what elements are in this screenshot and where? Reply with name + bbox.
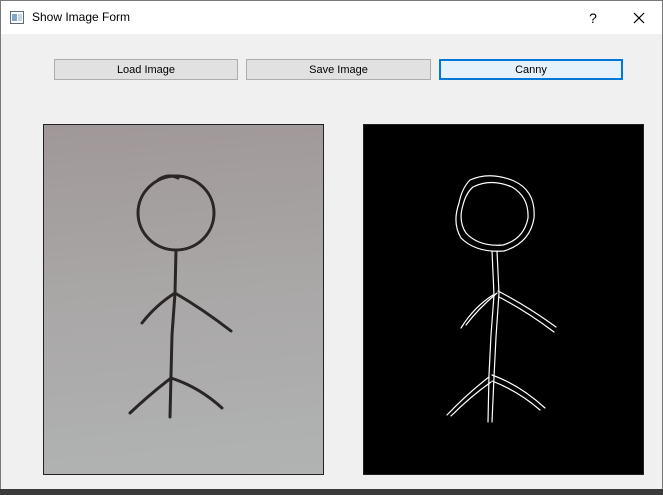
canny-result-image: [363, 124, 644, 475]
canny-edge-drawing: [446, 175, 557, 423]
load-image-button[interactable]: Load Image: [54, 59, 238, 80]
save-image-button[interactable]: Save Image: [246, 59, 431, 80]
stick-figure-drawing: [128, 174, 233, 419]
taskbar-edge: [0, 489, 663, 495]
canny-button[interactable]: Canny: [439, 59, 623, 80]
help-icon: ?: [589, 9, 597, 26]
title-bar[interactable]: Show Image Form ?: [1, 1, 662, 34]
app-icon: [10, 11, 24, 24]
help-button[interactable]: ?: [570, 1, 616, 34]
window-title: Show Image Form: [32, 10, 131, 24]
close-button[interactable]: [616, 1, 662, 34]
close-icon: [633, 12, 645, 23]
original-image: [43, 124, 324, 475]
show-image-form-window: Show Image Form ? Load Image Save Image …: [0, 0, 663, 495]
